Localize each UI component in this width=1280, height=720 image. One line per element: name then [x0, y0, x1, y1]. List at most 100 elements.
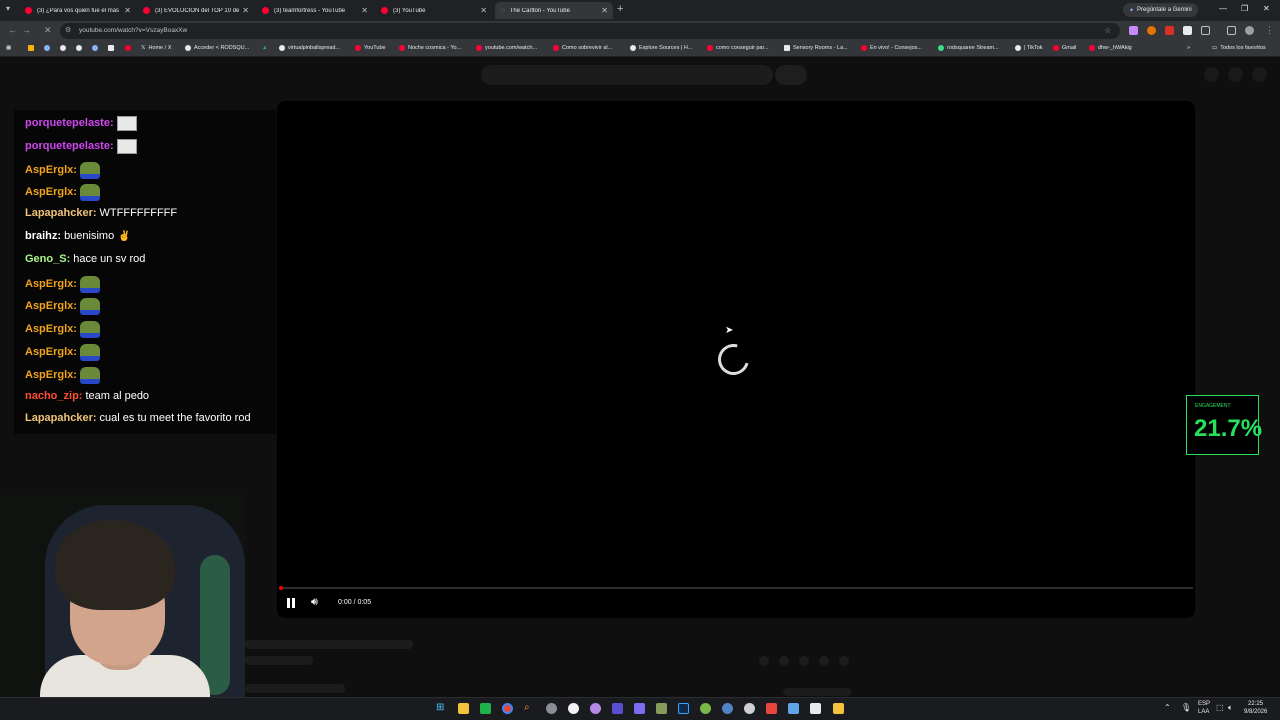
bookmark-sensory[interactable]: Sensory Rooms - La... [784, 45, 848, 51]
chat-username[interactable]: AspErglx: [25, 278, 77, 291]
extension-icon[interactable] [1147, 26, 1156, 35]
extension-icon[interactable] [1183, 26, 1192, 35]
bookmark-home-x[interactable]: 𝕏 Home / X [141, 45, 171, 51]
close-tab-icon[interactable]: ✕ [361, 6, 368, 15]
create-icon[interactable] [1204, 67, 1219, 82]
bookmark-icon[interactable] [108, 45, 114, 51]
bookmark-youtube[interactable]: YouTube [355, 45, 386, 51]
chat-username[interactable]: AspErglx: [25, 369, 77, 382]
bookmark-icon[interactable] [125, 45, 131, 51]
clock-date[interactable]: 9/8/2026 [1244, 709, 1267, 715]
chat-username[interactable]: porquetepelaste: [25, 117, 114, 130]
notifications-icon[interactable] [1228, 67, 1243, 82]
bookmark-icon[interactable] [44, 45, 50, 51]
chat-username[interactable]: AspErglx: [25, 300, 77, 313]
avatar[interactable] [1252, 67, 1267, 82]
tray-overflow-icon[interactable]: ⌃ [1164, 703, 1171, 712]
chat-username[interactable]: nacho_zip: [25, 390, 82, 403]
side-panel-icon[interactable] [1227, 26, 1236, 35]
chat-username[interactable]: braihz: [25, 230, 61, 243]
bookmark-envivo[interactable]: En vivo! - Consejos... [861, 45, 922, 51]
obs-icon[interactable] [546, 703, 557, 714]
chat-username[interactable]: Geno_S: [25, 253, 70, 266]
close-tab-icon[interactable]: ✕ [480, 6, 487, 15]
tab-5-active[interactable]: ◌ The Carlton - YouTube ✕ [495, 2, 613, 19]
pause-button[interactable] [285, 597, 297, 609]
language-top[interactable]: ESP [1198, 701, 1210, 707]
extension-icon[interactable] [1165, 26, 1174, 35]
tab-4[interactable]: (3) YouTube ✕ [376, 2, 492, 19]
progress-bar[interactable] [280, 587, 1193, 589]
close-window-icon[interactable]: ✕ [1263, 4, 1270, 13]
new-tab-icon[interactable]: + [617, 3, 623, 15]
language-bottom[interactable]: LAA [1198, 709, 1209, 715]
chat-username[interactable]: AspErglx: [25, 346, 77, 359]
bookmark-yt-watch[interactable]: youtube.com/watch... [476, 45, 537, 51]
bookmark-stream[interactable]: rodsquaree Stream... [938, 45, 999, 51]
profile-avatar-icon[interactable] [1245, 26, 1254, 35]
tab-1[interactable]: (3) ¿Para vos quién fue el más ✕ [20, 2, 136, 19]
bookmark-tiktok[interactable]: | TikTok [1015, 45, 1043, 51]
bookmark-drive[interactable]: ▲ [262, 45, 267, 51]
scrubber-handle[interactable] [279, 586, 283, 590]
clock-time[interactable]: 22:25 [1248, 701, 1263, 707]
app-icon[interactable] [700, 703, 711, 714]
bookmark-acceder[interactable]: Acceder < RODSQU... [185, 45, 249, 51]
app-icon[interactable] [656, 703, 667, 714]
chat-username[interactable]: Lapapahcker: [25, 207, 97, 220]
gemini-button[interactable]: ✦ Pregúntale a Gemini [1123, 3, 1198, 17]
bookmark-icon[interactable] [60, 45, 66, 51]
app-icon[interactable] [590, 703, 601, 714]
forward-icon[interactable]: → [22, 25, 31, 35]
file-explorer-icon[interactable] [458, 703, 469, 714]
bookmark-conseguir[interactable]: como conseguir par... [707, 45, 769, 51]
chrome-icon[interactable] [502, 703, 513, 714]
bookmark-noche[interactable]: Noche cosmica - Yo... [399, 45, 461, 51]
chat-username[interactable]: AspErglx: [25, 323, 77, 336]
close-tab-icon[interactable]: ✕ [601, 6, 608, 15]
stop-icon[interactable]: ✕ [44, 25, 52, 36]
app-icon[interactable] [788, 703, 799, 714]
address-bar[interactable]: ⚙ [60, 23, 1120, 39]
bookmark-star-icon[interactable]: ☆ [1104, 26, 1111, 35]
site-info-icon[interactable]: ⚙ [65, 26, 71, 34]
bookmark-explore[interactable]: Explore Sources | H... [630, 45, 692, 51]
bookmark-sobrevivir[interactable]: Como sobrevivir al... [553, 45, 612, 51]
app-icon[interactable] [568, 703, 579, 714]
search-input[interactable] [481, 65, 773, 85]
steam-icon[interactable] [744, 703, 755, 714]
app-icon[interactable] [766, 703, 777, 714]
volume-icon[interactable]: 🔊︎ [311, 596, 318, 609]
chat-username[interactable]: Lapapahcker: [25, 412, 97, 425]
search-app-icon[interactable]: ⌕ [524, 702, 530, 714]
capcut-icon[interactable] [810, 703, 821, 714]
bookmark-gmail[interactable]: Gmail [1053, 45, 1076, 51]
bookmark-dhw[interactable]: dhw-_hWAkig [1089, 45, 1132, 51]
app-icon[interactable] [634, 703, 645, 714]
apps-icon[interactable]: ▦ [6, 45, 11, 51]
windows-start-icon[interactable]: ⊞ [436, 702, 444, 714]
app-icon[interactable] [722, 703, 733, 714]
bookmark-icon[interactable] [76, 45, 82, 51]
back-icon[interactable]: ← [8, 25, 17, 35]
bookmark-icon[interactable] [28, 45, 34, 51]
tab-search-icon[interactable]: ▾ [6, 4, 10, 13]
all-bookmarks[interactable]: ▭ Todos los favoritos [1212, 45, 1266, 51]
restore-icon[interactable]: ❐ [1241, 4, 1248, 13]
photoshop-icon[interactable] [678, 703, 689, 714]
extension-icon[interactable] [1129, 26, 1138, 35]
search-button[interactable] [775, 65, 807, 85]
chat-username[interactable]: AspErglx: [25, 186, 77, 199]
tab-2[interactable]: (3) EVOLUCIÓN del TOP 10 de ✕ [138, 2, 254, 19]
notes-icon[interactable] [833, 703, 844, 714]
chat-username[interactable]: AspErglx: [25, 164, 77, 177]
url-text[interactable]: youtube.com/watch?v=VszayBoaxXw [79, 27, 187, 34]
vegas-icon[interactable] [612, 703, 623, 714]
more-bookmarks-icon[interactable]: » [1187, 45, 1190, 51]
extensions-puzzle-icon[interactable] [1201, 26, 1210, 35]
network-icon[interactable]: ⬚ [1216, 703, 1224, 712]
volume-tray-icon[interactable]: 🔈︎ [1228, 703, 1233, 713]
bookmark-vps[interactable]: virtualpinballspread... [279, 45, 340, 51]
menu-icon[interactable]: ⋮ [1265, 25, 1274, 36]
microphone-icon[interactable]: 🎙︎ [1181, 703, 1191, 712]
